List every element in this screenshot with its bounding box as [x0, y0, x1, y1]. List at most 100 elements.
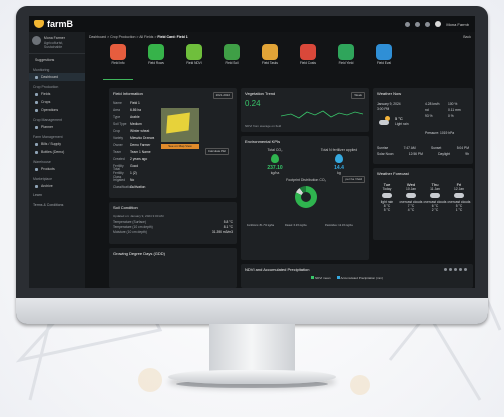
ndvi-precip-card: NDVI and Accumulated Precipitation NDVI … [241, 264, 473, 288]
sidebar-item-bills[interactable]: Bills / Supply [29, 140, 85, 148]
sidebar-item-products[interactable]: Products [29, 165, 85, 173]
pan-icon[interactable] [454, 268, 457, 271]
sidebar-item-crops[interactable]: Crops [29, 98, 85, 106]
tab-field-info[interactable]: Field Info [103, 44, 133, 80]
kpi-unit: kg [337, 171, 341, 175]
sunset-value: 5:04 PM [456, 146, 469, 150]
user-name[interactable]: Mona Farmb [446, 22, 469, 27]
logo-text: farmB [47, 19, 74, 29]
monitor-neck [209, 324, 295, 374]
sunrise-value: 7:47 AM [403, 146, 416, 150]
sidebar-user-name: Mona Farmer [43, 36, 65, 40]
card-title: Vegetation Trend [245, 91, 276, 96]
monitor: farmB Mona Farmb Mona Farmer Agriculturi… [16, 6, 488, 324]
legend-fertilizers: Fertilizers: 81.7% kg/ha [247, 224, 275, 227]
menu-icon[interactable] [464, 268, 467, 271]
sidebar-section-title: Crop Management [33, 118, 62, 122]
sidebar-item-operations[interactable]: Operations [29, 106, 85, 114]
products-icon [35, 167, 38, 171]
sidebar-item-planner[interactable]: Planner [29, 123, 85, 131]
row-value: 31.390 m3/m3 [211, 229, 233, 234]
sidebar-item-fields[interactable]: Fields [29, 90, 85, 98]
tab-field-tasks[interactable]: Field Tasks [255, 44, 285, 80]
kpi-label: Total CO₂ [267, 148, 283, 152]
sunset-label: Sunset [431, 146, 442, 150]
row-key: Created [113, 156, 125, 161]
tab-field-soil[interactable]: Field Soil [217, 44, 247, 80]
calculate-pei-button[interactable]: Calculate PEI [204, 148, 229, 155]
soil-rows: Temperature (Surface) 5.8 °C Temperature (… [109, 219, 237, 234]
card-title: Weather Forecast [377, 171, 409, 176]
monitor-chin [16, 298, 488, 324]
weather-pressure: Pressure: 1019 hPa [425, 131, 455, 135]
tab-field-eval[interactable]: Field Eval [369, 44, 399, 80]
sunrise-label: Sunrise [377, 146, 389, 150]
tab-icon [224, 44, 240, 60]
sidebar-item-label: Fields [41, 92, 51, 96]
breadcrumb: Dashboard > Crop Production > All Fields… [89, 35, 188, 39]
tab-icon [338, 44, 354, 60]
suggestions-button[interactable]: Suggestions [29, 56, 85, 64]
home-icon[interactable] [459, 268, 462, 271]
cart-icon[interactable] [405, 21, 411, 27]
tab-field-costs[interactable]: Field Costs [293, 44, 323, 80]
row-key: Name [113, 100, 122, 105]
forecast-day: Thu 11 Jan overcast clouds 6 °C 2 °C [423, 182, 447, 212]
row-value: 2 years ago [130, 156, 148, 161]
period-select[interactable]: Week [351, 92, 365, 99]
breadcrumb-path[interactable]: Dashboard > Crop Production > All Fields… [89, 35, 156, 39]
row-key: Crop [113, 128, 121, 133]
tab-field-yield[interactable]: Field Yield [331, 44, 361, 80]
tab-label: Field Yield [338, 61, 354, 65]
row-value: Cultivation [130, 184, 146, 189]
see-on-map-button[interactable]: See on Map View [161, 144, 199, 149]
weather-date: January 9, 2024 [377, 102, 401, 106]
sidebar-item-label: Dashboard [41, 75, 59, 79]
forecast-day: Wed 10 Jan overcast clouds 7 °C 4 °C [399, 182, 423, 212]
sidebar-item-bottles[interactable]: Bottles (Demo) [29, 148, 85, 156]
sidebar-avatar [32, 36, 41, 45]
field-info-row: Soil Type Medium [109, 120, 163, 127]
sidebar-item-dashboard[interactable]: Dashboard [29, 73, 85, 81]
zoom-in-icon[interactable] [444, 268, 447, 271]
language-selector[interactable]: Learn [29, 190, 85, 200]
sidebar-user[interactable]: Mona Farmer Agriculturist, Sustainable [29, 32, 85, 54]
per-ha-toggle[interactable]: per ha / field [342, 176, 365, 183]
tab-label: Field Rows [148, 61, 164, 65]
row-key: Area [113, 107, 120, 112]
field-info-row: Irrigated No [109, 176, 177, 183]
terms-link[interactable]: Terms & Conditions [29, 200, 85, 210]
row-key: Temperature (10 cm depth) [113, 224, 153, 229]
row-value: Demo Farmer [130, 142, 151, 147]
gdd-card: Growing Degree Days (GDD) [109, 248, 237, 288]
sidebar-item-label: Planner [41, 125, 54, 129]
vegetation-sparkline [280, 110, 364, 119]
back-button[interactable]: Back [463, 35, 471, 39]
tab-field-ndvi[interactable]: Field NDVI [179, 44, 209, 80]
row-key: Type [113, 114, 121, 119]
row-value: 1 (2) [130, 170, 137, 175]
forecast-date: 11 Jan [430, 187, 440, 191]
field-tabs: Field Info Field Rows Field NDVI Field Soil… [89, 44, 475, 80]
weather-stat-humidity: 100 % [448, 102, 458, 106]
soil-condition-card: Soil Condition Updated on: January 9, 20… [109, 202, 237, 244]
tab-icon [186, 44, 202, 60]
monitor-base [168, 370, 336, 384]
settings-icon[interactable] [425, 21, 431, 27]
row-key: Irrigated [113, 177, 126, 182]
row-value: Team 1 Name [130, 149, 151, 154]
legend-ndvi[interactable]: NDVI mean [311, 276, 331, 280]
weather-stat-uv: nd [425, 108, 429, 112]
zoom-out-icon[interactable] [449, 268, 452, 271]
sidebar-item-archive[interactable]: Archive [29, 182, 85, 190]
notification-bell-icon[interactable] [415, 21, 421, 27]
tab-field-rows[interactable]: Field Rows [141, 44, 171, 80]
legend-precip[interactable]: Accumulated Precipitation (mm) [336, 276, 383, 280]
user-avatar[interactable] [435, 21, 442, 27]
season-select[interactable]: 2021-2022 [212, 92, 233, 99]
row-value: Good [130, 163, 139, 168]
row-value: Winter wheat [130, 128, 150, 133]
sidebar-user-org: Agriculturist, Sustainable [43, 41, 64, 49]
logo[interactable]: farmB [34, 19, 73, 29]
kpi-unit: kg/ha [270, 171, 280, 175]
